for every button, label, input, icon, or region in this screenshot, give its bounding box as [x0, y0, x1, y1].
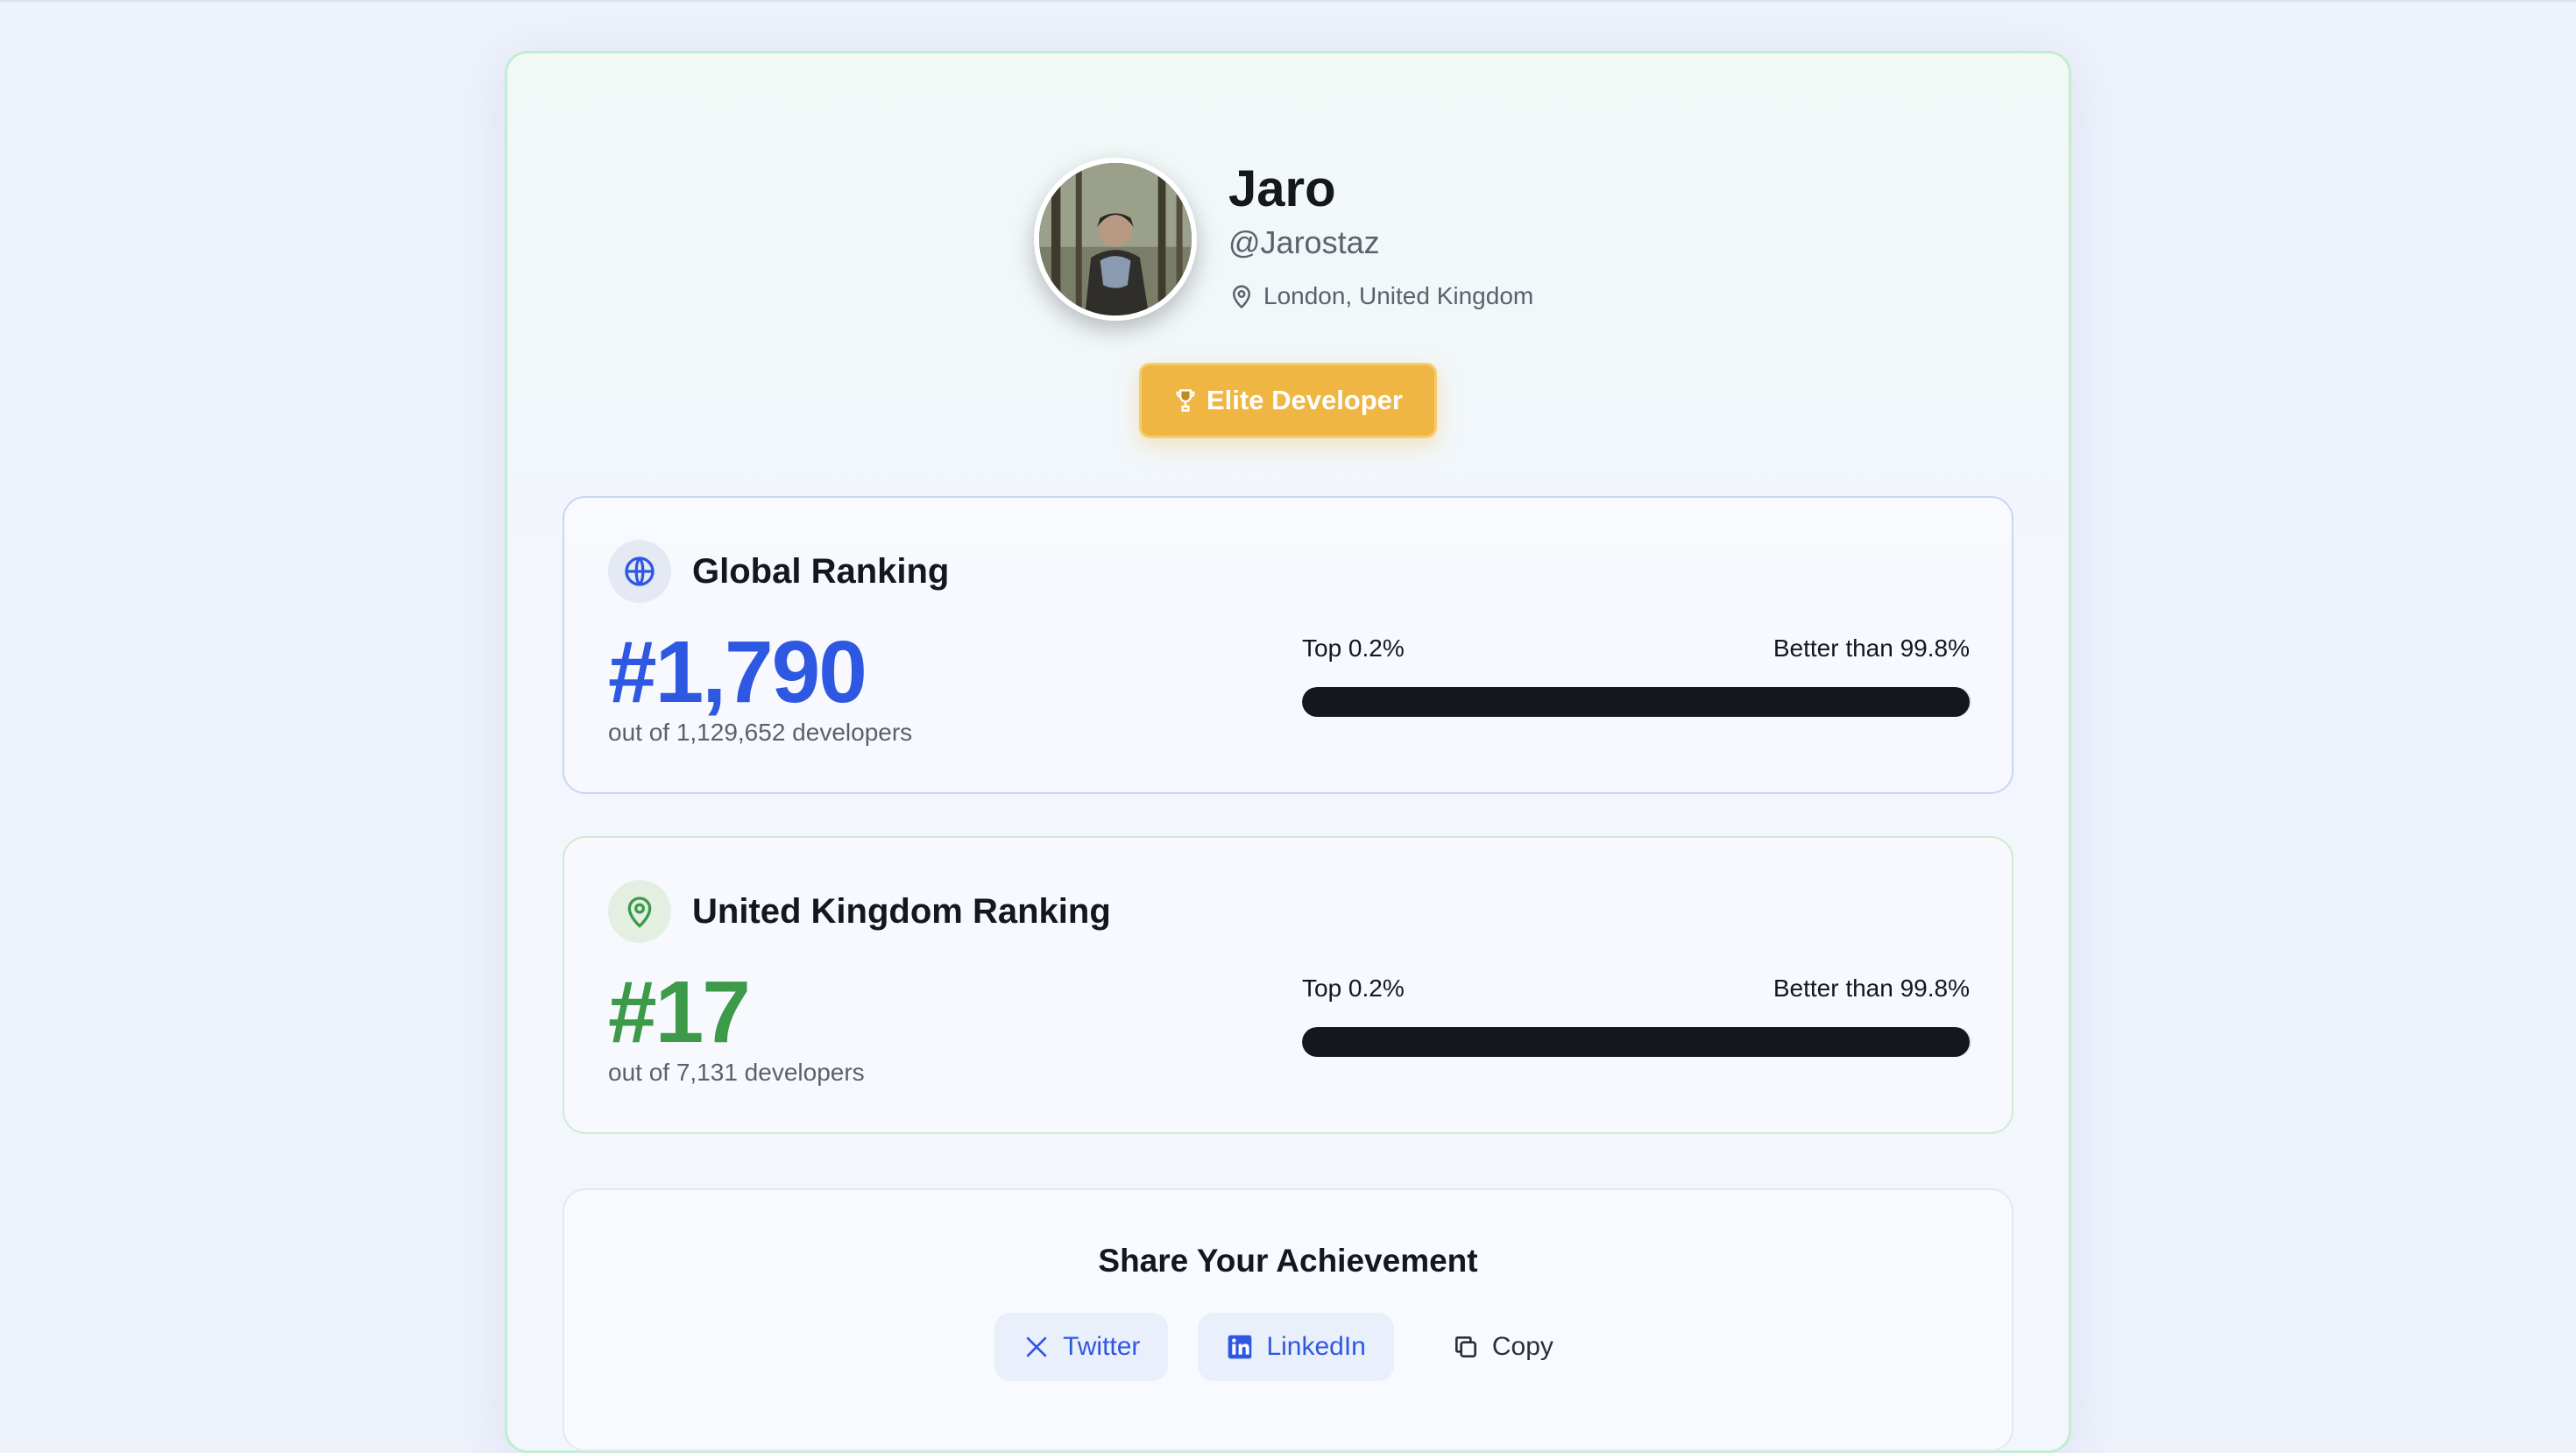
profile-location: London, United Kingdom: [1228, 282, 1533, 310]
share-copy-button[interactable]: Copy: [1424, 1313, 1582, 1381]
profile-handle: @Jarostaz: [1228, 224, 1380, 260]
share-twitter-button[interactable]: Twitter: [994, 1313, 1169, 1381]
ranking-number: #1,790: [608, 623, 867, 721]
linkedin-label: LinkedIn: [1266, 1332, 1366, 1361]
ranking-progress-fill: [1302, 1027, 1971, 1057]
badge-label: Elite Developer: [1207, 385, 1403, 415]
share-buttons: Twitter LinkedIn Copy: [564, 1313, 2012, 1381]
linkedin-icon: [1228, 1335, 1252, 1359]
share-linkedin-button[interactable]: LinkedIn: [1198, 1313, 1394, 1381]
global-ranking-card: Global Ranking #1,790 out of 1,129,652 d…: [563, 496, 2013, 794]
elite-developer-badge[interactable]: Elite Developer: [1139, 363, 1437, 438]
share-section: Share Your Achievement Twitter LinkedIn …: [563, 1188, 2013, 1451]
ranking-better-than: Better than 99.8%: [1773, 634, 1970, 662]
ranking-progress-bar: [1302, 1027, 1971, 1057]
ranking-progress-fill: [1302, 687, 1971, 717]
ranking-number: #17: [608, 963, 751, 1061]
copy-icon: [1454, 1336, 1476, 1357]
x-logo-icon: [1026, 1336, 1047, 1357]
ranking-title: United Kingdom Ranking: [692, 892, 1111, 931]
map-pin-icon-wrap: [608, 880, 671, 943]
ranking-progress-bar: [1302, 687, 1971, 717]
ranking-title: Global Ranking: [692, 552, 950, 591]
avatar-photo: [1039, 163, 1192, 315]
top-divider: [0, 0, 2576, 2]
trophy-icon: [1176, 389, 1195, 412]
twitter-label: Twitter: [1063, 1332, 1141, 1361]
ranking-better-than: Better than 99.8%: [1773, 975, 1970, 1002]
map-pin-icon: [627, 897, 652, 928]
uk-ranking-card: United Kingdom Ranking #17 out of 7,131 …: [563, 836, 2013, 1134]
map-pin-icon: [1232, 285, 1251, 309]
profile-name: Jaro: [1228, 160, 1336, 217]
ranking-total: out of 7,131 developers: [608, 1059, 865, 1086]
location-text: London, United Kingdom: [1263, 282, 1534, 309]
copy-label: Copy: [1491, 1332, 1553, 1361]
ranking-total: out of 1,129,652 developers: [608, 719, 913, 746]
ranking-top-percent: Top 0.2%: [1302, 975, 1405, 1002]
share-title: Share Your Achievement: [1098, 1243, 1478, 1279]
ranking-top-percent: Top 0.2%: [1302, 634, 1405, 662]
globe-icon-wrap: [608, 540, 671, 603]
globe-icon: [625, 556, 655, 586]
avatar: [1034, 158, 1197, 321]
